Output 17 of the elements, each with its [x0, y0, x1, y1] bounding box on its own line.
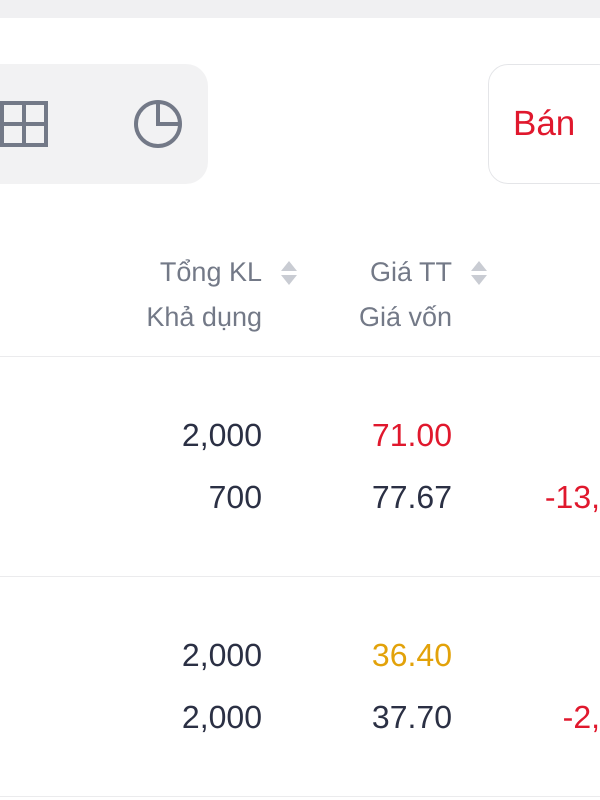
profit-loss: -2,	[562, 698, 600, 737]
available-quantity: 2,000	[182, 698, 262, 737]
cost-price: 37.70	[372, 698, 452, 737]
available-quantity: 700	[208, 478, 262, 517]
sell-button[interactable]: Bán	[488, 64, 600, 184]
profit-loss: -13,	[544, 478, 600, 517]
market-price: 36.40	[372, 636, 452, 675]
cost-price: 77.67	[372, 478, 452, 517]
total-quantity: 2,000	[182, 636, 262, 675]
grid-icon[interactable]	[0, 101, 48, 147]
column-subheader: Giá vốn	[358, 301, 452, 334]
total-quantity: 2,000	[182, 416, 262, 455]
column-subheader: Khả dụng	[146, 301, 262, 334]
column-header[interactable]: Giá TT	[370, 250, 452, 295]
pie-chart-icon[interactable]	[133, 99, 183, 149]
market-price: 71.00	[372, 416, 452, 455]
column-header[interactable]: Tổng KL	[160, 250, 262, 295]
